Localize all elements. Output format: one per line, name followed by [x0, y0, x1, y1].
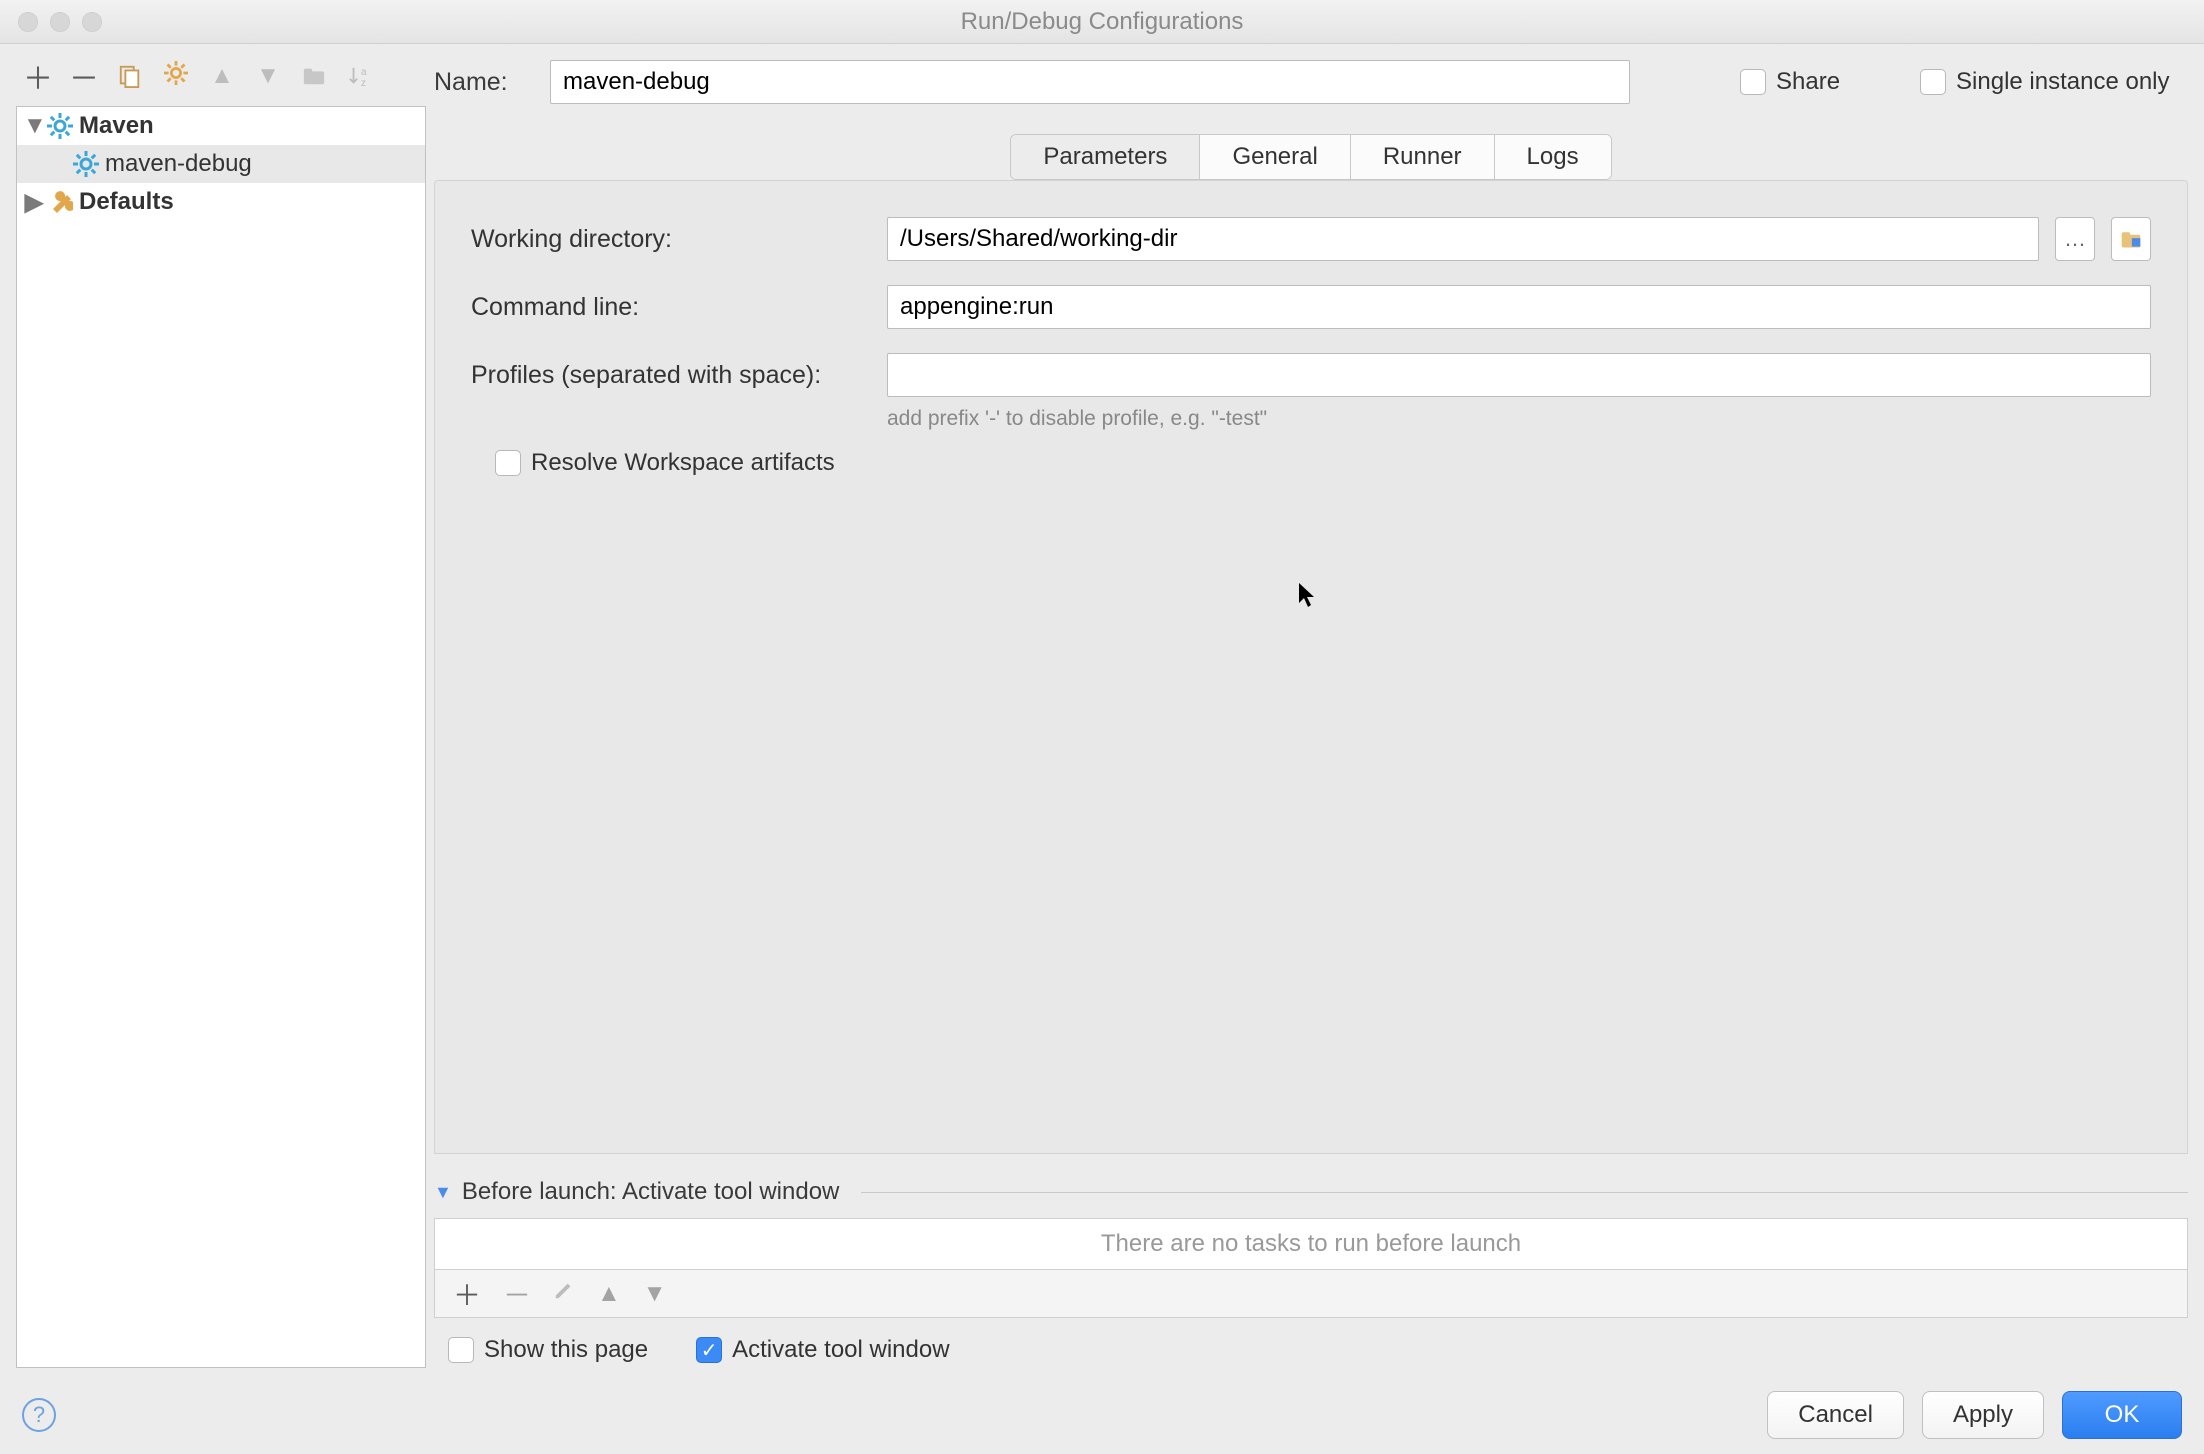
- profiles-input[interactable]: [887, 353, 2151, 397]
- share-checkbox[interactable]: [1740, 69, 1766, 95]
- mouse-cursor-icon: [1297, 581, 1317, 609]
- maven-icon: [73, 151, 99, 177]
- show-this-page-label: Show this page: [484, 1336, 648, 1364]
- activate-tool-window-checkbox[interactable]: ✓: [696, 1337, 722, 1363]
- tab-parameters[interactable]: Parameters: [1011, 135, 1200, 179]
- tree-node-maven-debug[interactable]: maven-debug: [17, 145, 425, 183]
- profiles-hint: add prefix '-' to disable profile, e.g. …: [887, 407, 2151, 431]
- folder-button[interactable]: [300, 62, 328, 90]
- single-instance-label: Single instance only: [1956, 68, 2169, 96]
- minimize-window-icon[interactable]: [50, 12, 70, 32]
- single-instance-checkbox-wrap[interactable]: Single instance only: [1920, 68, 2169, 96]
- tree-label: Maven: [79, 112, 154, 140]
- svg-text:z: z: [361, 78, 366, 88]
- window-controls: [18, 12, 102, 32]
- titlebar: Run/Debug Configurations: [0, 0, 2204, 44]
- dialog-footer: ? Cancel Apply OK: [0, 1376, 2204, 1454]
- activate-tool-window-checkbox-wrap[interactable]: ✓ Activate tool window: [696, 1336, 949, 1364]
- help-button[interactable]: ?: [22, 1398, 56, 1432]
- configurations-sidebar: ＋ － ▲ ▼ az ▼ Maven: [0, 44, 426, 1376]
- move-task-up-button[interactable]: ▲: [597, 1280, 621, 1308]
- remove-config-button[interactable]: －: [70, 62, 98, 90]
- tab-runner[interactable]: Runner: [1351, 135, 1495, 179]
- browse-working-dir-button[interactable]: …: [2055, 217, 2095, 261]
- insert-path-button[interactable]: [2111, 217, 2151, 261]
- activate-tool-window-label: Activate tool window: [732, 1336, 949, 1364]
- name-label: Name:: [434, 68, 530, 97]
- tabs: Parameters General Runner Logs: [1010, 134, 1611, 180]
- tab-logs[interactable]: Logs: [1495, 135, 1611, 179]
- command-line-label: Command line:: [471, 293, 871, 322]
- tree-node-defaults[interactable]: ▶ Defaults: [17, 183, 425, 221]
- command-line-input[interactable]: [887, 285, 2151, 329]
- show-this-page-checkbox-wrap[interactable]: Show this page: [448, 1336, 648, 1364]
- show-this-page-checkbox[interactable]: [448, 1337, 474, 1363]
- resolve-artifacts-label: Resolve Workspace artifacts: [531, 449, 835, 477]
- cancel-button[interactable]: Cancel: [1767, 1391, 1904, 1439]
- maven-icon: [47, 113, 73, 139]
- sort-button[interactable]: az: [346, 62, 374, 90]
- close-window-icon[interactable]: [18, 12, 38, 32]
- caret-right-icon[interactable]: ▶: [23, 188, 45, 217]
- caret-down-icon[interactable]: ▼: [23, 112, 45, 140]
- copy-config-button[interactable]: [116, 62, 144, 90]
- tree-label: maven-debug: [105, 150, 252, 178]
- wrench-icon: [47, 189, 73, 215]
- tree-label: Defaults: [79, 188, 174, 216]
- config-tree: ▼ Maven maven-debug ▶ Defaults: [16, 106, 426, 1368]
- caret-down-icon[interactable]: ▼: [434, 1182, 452, 1203]
- single-instance-checkbox[interactable]: [1920, 69, 1946, 95]
- divider: [861, 1192, 2188, 1193]
- ok-button[interactable]: OK: [2062, 1391, 2182, 1439]
- share-checkbox-wrap[interactable]: Share: [1740, 68, 1840, 96]
- before-launch-toolbar: ＋ － ▲ ▼: [434, 1270, 2188, 1318]
- move-task-down-button[interactable]: ▼: [643, 1280, 667, 1308]
- tree-node-maven[interactable]: ▼ Maven: [17, 107, 425, 145]
- zoom-window-icon[interactable]: [82, 12, 102, 32]
- sidebar-toolbar: ＋ － ▲ ▼ az: [16, 52, 426, 100]
- working-dir-label: Working directory:: [471, 225, 871, 254]
- before-launch-tasks-list[interactable]: There are no tasks to run before launch: [434, 1218, 2188, 1270]
- before-launch-title: Before launch: Activate tool window: [462, 1178, 840, 1206]
- working-dir-input[interactable]: [887, 217, 2039, 261]
- parameters-panel: Working directory: … Command line: Profi…: [434, 180, 2188, 1154]
- name-input[interactable]: [550, 60, 1630, 104]
- svg-text:a: a: [361, 67, 367, 78]
- empty-tasks-text: There are no tasks to run before launch: [1101, 1230, 1521, 1258]
- save-template-button[interactable]: [162, 62, 190, 90]
- remove-task-button[interactable]: －: [503, 1274, 531, 1314]
- window-title: Run/Debug Configurations: [961, 8, 1244, 36]
- resolve-artifacts-checkbox[interactable]: [495, 450, 521, 476]
- tab-general[interactable]: General: [1200, 135, 1350, 179]
- move-down-button[interactable]: ▼: [254, 62, 282, 90]
- before-launch-section: ▼ Before launch: Activate tool window Th…: [434, 1178, 2188, 1376]
- config-editor: Name: Share Single instance only Paramet…: [426, 44, 2204, 1376]
- add-config-button[interactable]: ＋: [24, 62, 52, 90]
- edit-task-button[interactable]: [553, 1279, 575, 1308]
- profiles-label: Profiles (separated with space):: [471, 361, 871, 390]
- resolve-artifacts-checkbox-wrap[interactable]: Resolve Workspace artifacts: [495, 449, 2151, 477]
- add-task-button[interactable]: ＋: [453, 1274, 481, 1314]
- share-label: Share: [1776, 68, 1840, 96]
- move-up-button[interactable]: ▲: [208, 62, 236, 90]
- apply-button[interactable]: Apply: [1922, 1391, 2044, 1439]
